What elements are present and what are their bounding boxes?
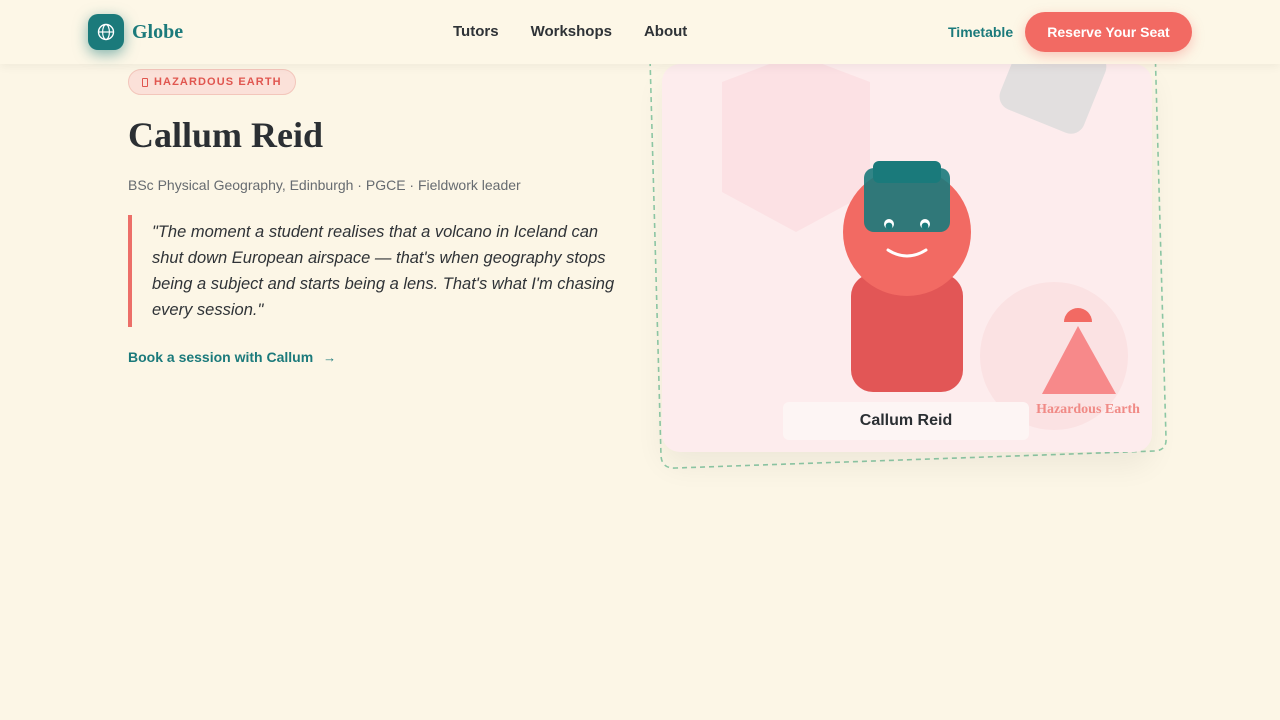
nav-link-tutors[interactable]: Tutors	[453, 23, 499, 40]
tutor-card-caption: Callum Reid	[783, 402, 1029, 440]
globe-icon	[88, 14, 124, 50]
arrow-right-icon: →	[323, 349, 337, 365]
book-session-link[interactable]: Book a session with Callum →	[128, 349, 336, 365]
tutor-quote: "The moment a student realises that a vo…	[128, 215, 628, 327]
topic-badge-label: Hazardous Earth	[1036, 402, 1140, 417]
tutor-quote-text: "The moment a student realises that a vo…	[152, 223, 615, 319]
volcano-icon	[142, 77, 148, 87]
reserve-seat-button[interactable]: Reserve Your Seat	[1025, 12, 1192, 52]
book-session-label: Book a session with Callum	[128, 349, 314, 365]
topic-tag-label: HAZARDOUS EARTH	[154, 76, 282, 88]
topic-tag: HAZARDOUS EARTH	[128, 69, 296, 95]
logo-text: Globe	[132, 20, 184, 43]
site-header: Globe Tutors Workshops About Timetable R…	[0, 0, 1280, 64]
tutor-avatar-illustration	[722, 64, 1128, 430]
main-nav: Tutors Workshops About	[453, 23, 687, 40]
nav-link-workshops[interactable]: Workshops	[531, 23, 612, 40]
tutor-card-panel: Callum Reid Hazardous Earth	[662, 64, 1152, 452]
tutor-credentials: BSc Physical Geography, Edinburgh · PGCE…	[128, 177, 521, 193]
logo-link[interactable]: Globe	[88, 14, 183, 50]
timetable-link[interactable]: Timetable	[948, 24, 1013, 40]
tutor-name: Callum Reid	[128, 115, 324, 155]
tutor-card: Callum Reid Hazardous Earth	[648, 40, 1168, 470]
nav-link-about[interactable]: About	[644, 23, 687, 40]
